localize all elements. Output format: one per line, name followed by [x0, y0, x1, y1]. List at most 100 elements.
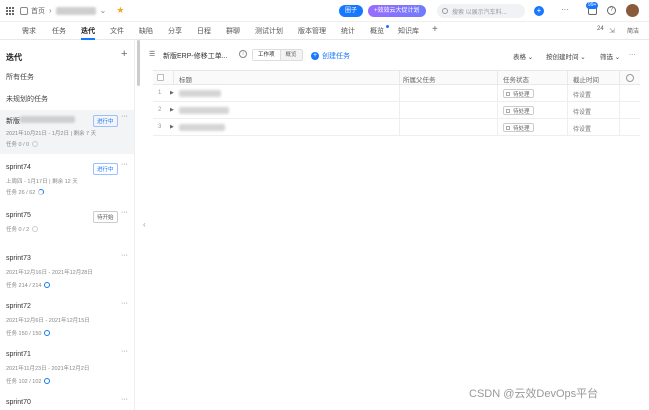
create-task-button[interactable]: + 创建任务 [311, 51, 350, 61]
more-icon[interactable]: ··· [121, 396, 128, 403]
plus-icon: + [311, 52, 319, 60]
view-select[interactable]: 表格 ⌄ [513, 51, 533, 61]
breadcrumb-chevron-icon: › [49, 6, 52, 15]
event-button[interactable]: +效效云大促计划 [368, 5, 426, 17]
sidebar-item-all-tasks[interactable]: 所有任务 [6, 72, 34, 82]
sidebar-item-unplanned[interactable]: 未规划的任务 [6, 94, 48, 104]
more-icon[interactable]: ··· [561, 5, 569, 14]
task-title-redacted[interactable] [179, 107, 229, 114]
avatar[interactable] [626, 4, 639, 17]
sidebar-scrollbar[interactable] [137, 40, 140, 86]
task-title-redacted[interactable] [179, 124, 225, 131]
fold-label[interactable]: 简洁 [627, 26, 639, 35]
progress-ring-icon [32, 226, 39, 232]
breadcrumb-project-name[interactable] [55, 6, 96, 15]
table-row[interactable]: 2 ▶ 待处理 待设置 [153, 102, 640, 119]
star-icon[interactable]: ★ [116, 5, 124, 16]
more-icon[interactable]: ··· [121, 252, 128, 259]
sprint-tasks: 任务 0 / 0 [6, 140, 39, 148]
tab-stats[interactable]: 统计 [341, 26, 355, 36]
sprint-name: sprint70 [6, 399, 31, 406]
tab-calendar[interactable]: 日程 [197, 26, 211, 36]
progress-ring-icon [44, 330, 51, 336]
sprint-tasks: 任务 0 / 2 [6, 225, 39, 233]
gear-icon[interactable] [626, 74, 634, 82]
sprint-tasks: 任务 214 / 214 [6, 281, 51, 289]
more-icon[interactable]: ··· [121, 300, 128, 307]
more-icon[interactable]: ··· [121, 113, 128, 120]
app-grid-icon[interactable] [6, 6, 14, 15]
sprint-item[interactable]: sprint70 ··· [0, 396, 134, 410]
progress-ring-icon [32, 141, 39, 147]
tab-files[interactable]: 文件 [110, 26, 124, 36]
more-icon[interactable]: ··· [121, 348, 128, 355]
more-icon[interactable]: ··· [121, 209, 128, 216]
sprint-name: 新版 [6, 118, 20, 125]
more-icon[interactable]: ··· [121, 161, 128, 168]
sprint-date: 2021年12月6日 - 2021年12月15日 [6, 318, 90, 324]
add-icon[interactable]: + [534, 6, 544, 16]
progress-ring-icon [38, 189, 45, 195]
sprint-name-redacted [20, 116, 75, 123]
tab-chat[interactable]: 群聊 [226, 26, 240, 36]
segment-overview[interactable]: 概览 [280, 50, 302, 60]
task-table: 标题 所属父任务 任务状态 截止时间 1 ▶ 待处理 待设置 2 ▶ 待处理 待… [153, 70, 640, 136]
sprint-tasks: 任务 102 / 102 [6, 377, 51, 385]
tab-tasks[interactable]: 任务 [52, 26, 66, 36]
deadline-value[interactable]: 待设置 [573, 90, 591, 99]
task-title-redacted[interactable] [179, 90, 221, 97]
sprint-item[interactable]: sprint75 待开始 ··· 任务 0 / 2 [0, 206, 134, 242]
tab-test-plan[interactable]: 测试计划 [255, 26, 283, 36]
status-tag[interactable]: 待处理 [503, 106, 534, 115]
add-tab-icon[interactable]: + [432, 24, 438, 35]
status-tag[interactable]: 待处理 [503, 123, 534, 132]
info-icon[interactable]: i [239, 50, 247, 58]
member-count[interactable]: 24 [597, 26, 604, 32]
deadline-value[interactable]: 待设置 [573, 124, 591, 133]
expand-caret-icon[interactable]: ▶ [170, 90, 174, 96]
meeting-button[interactable]: 圈子 [339, 5, 364, 17]
sprint-item[interactable]: sprint73 ··· 2021年12月16日 - 2021年12月28日 任… [0, 252, 134, 296]
sprint-date: 上周四 - 1月17日 | 剩余 12 天 [6, 179, 78, 185]
tab-versions[interactable]: 版本管理 [298, 26, 326, 36]
sprint-list-icon[interactable]: ☰ [149, 50, 155, 58]
segment-work-items[interactable]: 工作项 [253, 50, 281, 60]
top-bar: 首页 › ⌄ ★ [0, 0, 649, 22]
add-sprint-icon[interactable]: + [121, 48, 127, 60]
status-tag[interactable]: 待处理 [503, 89, 534, 98]
table-row[interactable]: 3 ▶ 待处理 待设置 [153, 119, 640, 136]
tab-sprints[interactable]: 迭代 [81, 26, 95, 36]
tab-requirements[interactable]: 需求 [22, 26, 36, 36]
create-task-label: 创建任务 [322, 53, 350, 60]
main-panel: ☰ 新版ERP-修移工单... i 工作项 概览 + 创建任务 表格 ⌄ 按创建… [141, 40, 649, 410]
select-all-checkbox[interactable] [157, 74, 164, 81]
sprint-item[interactable]: sprint72 ··· 2021年12月6日 - 2021年12月15日 任务… [0, 300, 134, 344]
filter-button[interactable]: 筛选 ⌄ [600, 51, 620, 61]
more-icon[interactable]: ··· [629, 51, 636, 58]
tab-bugs[interactable]: 缺陷 [139, 26, 153, 36]
chevron-down-icon[interactable]: ⌄ [100, 6, 107, 15]
fold-icon[interactable]: ⇲ [609, 27, 615, 35]
breadcrumb-home[interactable]: 首页 [31, 6, 45, 16]
sort-select[interactable]: 按创建时间 ⌄ [546, 51, 586, 61]
tab-wiki[interactable]: 知识库 [398, 26, 419, 36]
watermark: CSDN @云效DevOps平台 [469, 388, 599, 400]
sprint-item[interactable]: 新版 进行中 ··· 2021年10月21日 - 1月2日 | 剩余 7 天 任… [0, 110, 134, 154]
status-checkbox-icon [506, 125, 510, 130]
search-input[interactable]: 搜索 以展示汽车料... [437, 4, 525, 18]
tab-overview[interactable]: 概览 [370, 26, 384, 36]
table-row[interactable]: 1 ▶ 待处理 待设置 [153, 85, 640, 102]
tab-share[interactable]: 分享 [168, 26, 182, 36]
sprint-sidebar: 迭代 + 所有任务 未规划的任务 新版 进行中 ··· 2021年10月21日 … [0, 40, 135, 410]
status-badge: 待开始 [93, 211, 118, 223]
status-badge: 进行中 [93, 163, 118, 175]
sprint-title: 新版ERP-修移工单... [163, 53, 228, 60]
sprint-date: 2021年12月16日 - 2021年12月28日 [6, 270, 93, 276]
sprint-item[interactable]: sprint74 进行中 ··· 上周四 - 1月17日 | 剩余 12 天 任… [0, 158, 134, 202]
help-icon[interactable]: ? [607, 6, 616, 15]
expand-caret-icon[interactable]: ▶ [170, 107, 174, 113]
header-status: 任务状态 [503, 77, 529, 84]
deadline-value[interactable]: 待设置 [573, 107, 591, 116]
sprint-item[interactable]: sprint71 ··· 2021年11月23日 - 2021年12月2日 任务… [0, 348, 134, 392]
expand-caret-icon[interactable]: ▶ [170, 124, 174, 130]
